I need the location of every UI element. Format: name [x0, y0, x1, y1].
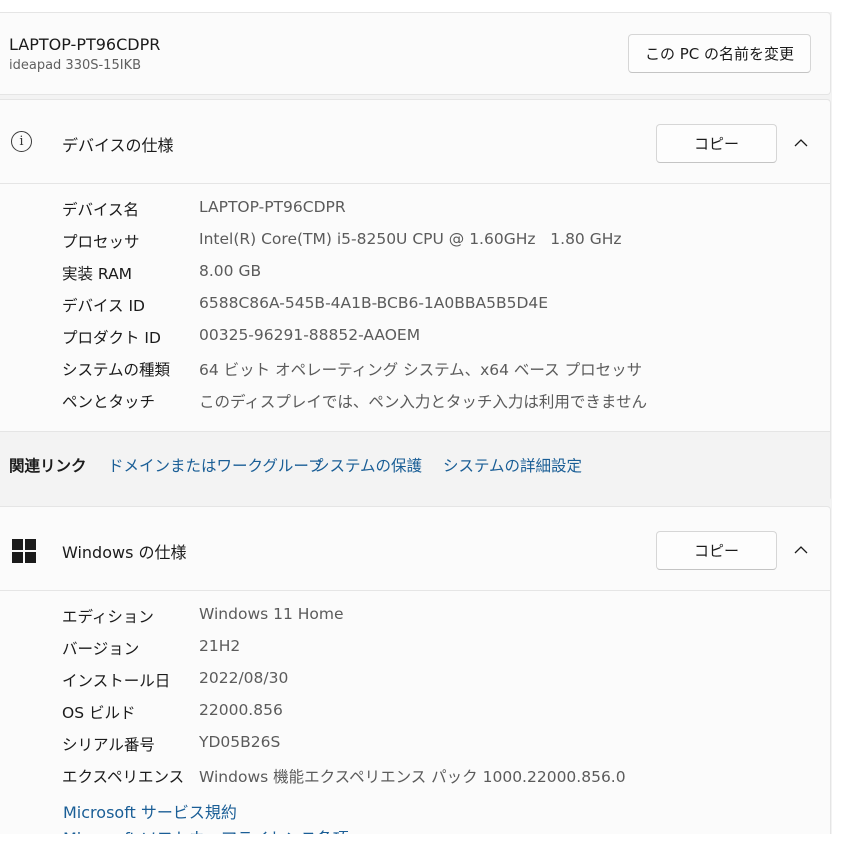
license-terms-link[interactable]: Microsoft ソフトウェアライセンス条項 [63, 825, 349, 834]
windows-spec-card: Windows の仕様 コピー エディション Windows 11 Home バ… [0, 506, 831, 834]
pc-model: ideapad 330S-15IKB [9, 58, 142, 73]
windows-spec-header[interactable]: Windows の仕様 コピー [0, 507, 830, 591]
spec-value: 6588C86A-545B-4A1B-BCB6-1A0BBA5B5D4E [199, 294, 549, 312]
spec-key: プロセッサ [62, 233, 140, 251]
spec-row-serial: シリアル番号 YD05B26S [0, 728, 830, 760]
spec-key: プロダクト ID [62, 329, 161, 347]
spec-value: 64 ビット オペレーティング システム、x64 ベース プロセッサ [199, 361, 643, 379]
spec-key: エディション [62, 608, 154, 626]
rename-pc-button[interactable]: この PC の名前を変更 [628, 34, 811, 73]
device-spec-copy-button[interactable]: コピー [656, 124, 777, 163]
spec-value: Intel(R) Core(TM) i5-8250U CPU @ 1.60GHz… [199, 230, 622, 248]
spec-key: シリアル番号 [62, 736, 155, 754]
spec-row-device-id: デバイス ID 6588C86A-545B-4A1B-BCB6-1A0BBA5B… [0, 289, 830, 321]
spec-value: 21H2 [199, 637, 241, 655]
spec-value: YD05B26S [199, 733, 281, 751]
spec-key: バージョン [62, 640, 140, 658]
spec-row-device-name: デバイス名 LAPTOP-PT96CDPR [0, 193, 830, 225]
settings-content: LAPTOP-PT96CDPR ideapad 330S-15IKB この PC… [0, 12, 832, 834]
domain-workgroup-link[interactable]: ドメインまたはワークグループ [108, 454, 323, 476]
spec-value: LAPTOP-PT96CDPR [199, 198, 346, 216]
advanced-system-settings-link[interactable]: システムの詳細設定 [443, 454, 582, 476]
info-icon: i [11, 131, 32, 152]
spec-row-system-type: システムの種類 64 ビット オペレーティング システム、x64 ベース プロセ… [0, 353, 830, 385]
spec-value: Windows 11 Home [199, 605, 344, 623]
spec-value: このディスプレイでは、ペン入力とタッチ入力は利用できません [199, 393, 647, 411]
device-spec-header[interactable]: i デバイスの仕様 コピー [0, 100, 830, 184]
system-protection-link[interactable]: システムの保護 [314, 454, 422, 476]
spec-row-version: バージョン 21H2 [0, 632, 830, 664]
spec-key: 実装 RAM [62, 265, 133, 283]
spec-row-edition: エディション Windows 11 Home [0, 600, 830, 632]
windows-logo-icon [12, 539, 36, 563]
windows-spec-copy-button[interactable]: コピー [656, 531, 777, 570]
spec-key: ペンとタッチ [62, 393, 156, 411]
device-spec-card: i デバイスの仕様 コピー デバイス名 LAPTOP-PT96CDPR プロセッ… [0, 99, 831, 501]
spec-row-os-build: OS ビルド 22000.856 [0, 696, 830, 728]
spec-key: インストール日 [62, 672, 171, 690]
spec-row-processor: プロセッサ Intel(R) Core(TM) i5-8250U CPU @ 1… [0, 225, 830, 257]
pc-name: LAPTOP-PT96CDPR [9, 35, 161, 54]
related-links-label: 関連リンク [9, 457, 87, 475]
windows-spec-title: Windows の仕様 [62, 543, 187, 562]
spec-row-product-id: プロダクト ID 00325-96291-88852-AAOEM [0, 321, 830, 353]
device-spec-title: デバイスの仕様 [62, 136, 174, 155]
spec-key: デバイス ID [62, 297, 145, 315]
pc-name-card: LAPTOP-PT96CDPR ideapad 330S-15IKB この PC… [0, 12, 831, 95]
spec-value: 2022/08/30 [199, 669, 289, 687]
spec-key: OS ビルド [62, 704, 136, 722]
spec-key: システムの種類 [62, 361, 171, 379]
spec-row-ram: 実装 RAM 8.00 GB [0, 257, 830, 289]
related-links-bar: 関連リンク ドメインまたはワークグループ システムの保護 システムの詳細設定 [0, 431, 830, 501]
service-agreement-link[interactable]: Microsoft サービス規約 [63, 799, 237, 823]
chevron-up-icon[interactable] [791, 540, 811, 560]
spec-row-install-date: インストール日 2022/08/30 [0, 664, 830, 696]
spec-value: 8.00 GB [199, 262, 262, 280]
spec-value: Windows 機能エクスペリエンス パック 1000.22000.856.0 [199, 768, 626, 786]
chevron-up-icon[interactable] [791, 133, 811, 153]
spec-key: エクスペリエンス [62, 768, 185, 786]
spec-value: 22000.856 [199, 701, 283, 719]
spec-row-pen-touch: ペンとタッチ このディスプレイでは、ペン入力とタッチ入力は利用できません [0, 385, 830, 417]
spec-key: デバイス名 [62, 201, 140, 219]
spec-row-experience: エクスペリエンス Windows 機能エクスペリエンス パック 1000.220… [0, 760, 830, 792]
spec-value: 00325-96291-88852-AAOEM [199, 326, 421, 344]
